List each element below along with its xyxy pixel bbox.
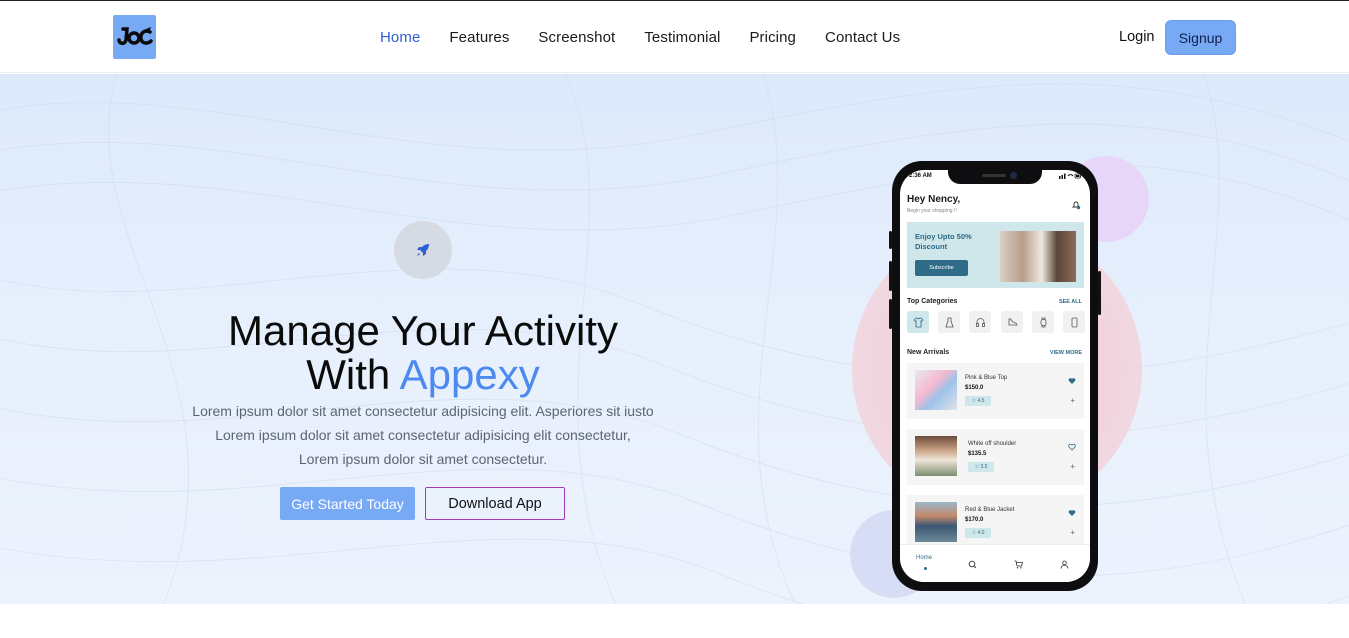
promo-banner[interactable]: Enjoy Upto 50% Discount Subscribe <box>907 222 1084 288</box>
hero-title-accent: Appexy <box>399 351 540 398</box>
navbar: Home Features Screenshot Testimonial Pri… <box>0 1 1349 73</box>
hero-title-prefix: With <box>306 351 400 398</box>
phone-side-button <box>889 231 892 249</box>
heart-filled-icon[interactable] <box>1068 372 1076 390</box>
top-categories-title: Top Categories <box>907 298 958 305</box>
hero-section: Manage Your Activity With Appexy Lorem i… <box>0 74 1349 604</box>
hero-title: Manage Your Activity With Appexy <box>150 309 696 397</box>
product-rating: ☆ 4.0 <box>965 528 991 538</box>
shoe-icon[interactable] <box>1001 311 1023 333</box>
logo[interactable] <box>113 15 156 59</box>
status-time: 2:36 AM <box>909 173 932 179</box>
category-row <box>907 311 1085 333</box>
hero-description-line: Lorem ipsum dolor sit amet consectetur a… <box>215 427 631 443</box>
rocket-badge <box>394 221 452 279</box>
main-menu: Home Features Screenshot Testimonial Pri… <box>380 1 929 73</box>
next-section-start <box>0 604 1349 638</box>
tab-home[interactable]: Home <box>916 555 932 561</box>
nav-link-contact[interactable]: Contact Us <box>825 29 900 46</box>
heart-filled-icon[interactable] <box>1068 504 1076 522</box>
logo-mark <box>116 27 153 46</box>
nav-link-features[interactable]: Features <box>449 29 509 46</box>
phone-side-button <box>889 261 892 291</box>
subscribe-button[interactable]: Subscribe <box>915 260 968 276</box>
nav-link-screenshot[interactable]: Screenshot <box>538 29 615 46</box>
active-tab-indicator <box>924 567 927 570</box>
product-image <box>915 370 957 410</box>
hero-description: Lorem ipsum dolor sit amet consectetur a… <box>180 399 666 471</box>
product-image <box>915 502 957 542</box>
dress-icon[interactable] <box>938 311 960 333</box>
add-icon[interactable]: + <box>1070 528 1075 537</box>
product-price: $135.5 <box>968 451 987 457</box>
nav-link-pricing[interactable]: Pricing <box>749 29 796 46</box>
view-more-link[interactable]: VIEW MORE <box>1050 350 1082 356</box>
product-card[interactable]: White off shoulder $135.5 ☆ 3.5 + <box>907 429 1084 485</box>
download-app-button[interactable]: Download App <box>425 487 565 520</box>
see-all-link[interactable]: SEE ALL <box>1059 299 1082 305</box>
promo-title: Enjoy Upto 50% Discount <box>915 232 972 251</box>
speaker <box>982 174 1006 177</box>
product-image <box>915 436 957 476</box>
phone-mockup: 2:36 AM Hey Nency, Begin your shopping !… <box>889 161 1101 591</box>
phone-power-button <box>1098 271 1101 315</box>
heart-outline-icon[interactable] <box>1068 438 1076 456</box>
greeting-subtitle: Begin your shopping !! <box>907 208 957 214</box>
shirt-icon[interactable] <box>907 311 929 333</box>
user-icon[interactable] <box>1060 556 1069 574</box>
watch-icon[interactable] <box>1032 311 1054 333</box>
product-rating: ☆ 3.5 <box>968 462 994 472</box>
status-icons <box>1059 173 1081 181</box>
phone-screen: 2:36 AM Hey Nency, Begin your shopping !… <box>900 170 1090 582</box>
product-card[interactable]: Red & Blue Jacket $170.0 ☆ 4.0 + <box>907 495 1084 551</box>
search-icon[interactable] <box>968 556 977 574</box>
hero-description-line: Lorem ipsum dolor sit amet consectetur. <box>298 451 548 467</box>
phone-tab-bar: Home <box>900 544 1090 582</box>
product-price: $170.0 <box>965 517 984 523</box>
product-name: White off shoulder <box>968 441 1017 447</box>
phone-side-button <box>889 299 892 329</box>
headphones-icon[interactable] <box>969 311 991 333</box>
promo-image <box>1000 231 1076 282</box>
rocket-icon <box>417 244 429 256</box>
phone-notch <box>948 170 1042 184</box>
greeting: Hey Nency, <box>907 194 961 205</box>
product-rating: ☆ 4.5 <box>965 396 991 406</box>
phone-icon[interactable] <box>1063 311 1085 333</box>
product-card[interactable]: Pink & Blue Top $150.0 ☆ 4.5 + <box>907 363 1084 419</box>
product-price: $150.0 <box>965 385 984 391</box>
hero-title-line1: Manage Your Activity <box>228 307 618 354</box>
add-icon[interactable]: + <box>1070 462 1075 471</box>
nav-link-testimonial[interactable]: Testimonial <box>644 29 720 46</box>
add-icon[interactable]: + <box>1070 396 1075 405</box>
login-link[interactable]: Login <box>1119 29 1154 45</box>
signal-battery-icon <box>1059 173 1081 179</box>
product-name: Red & Blue Jacket <box>965 507 1015 513</box>
nav-link-home[interactable]: Home <box>380 29 420 46</box>
hero-description-line: Lorem ipsum dolor sit amet consectetur a… <box>192 403 654 419</box>
new-arrivals-title: New Arrivals <box>907 349 950 356</box>
camera <box>1010 172 1017 179</box>
signup-button[interactable]: Signup <box>1165 20 1236 55</box>
cart-icon[interactable] <box>1014 556 1024 574</box>
get-started-button[interactable]: Get Started Today <box>280 487 415 520</box>
product-name: Pink & Blue Top <box>965 375 1008 381</box>
notification-bell-icon[interactable] <box>1071 197 1081 215</box>
